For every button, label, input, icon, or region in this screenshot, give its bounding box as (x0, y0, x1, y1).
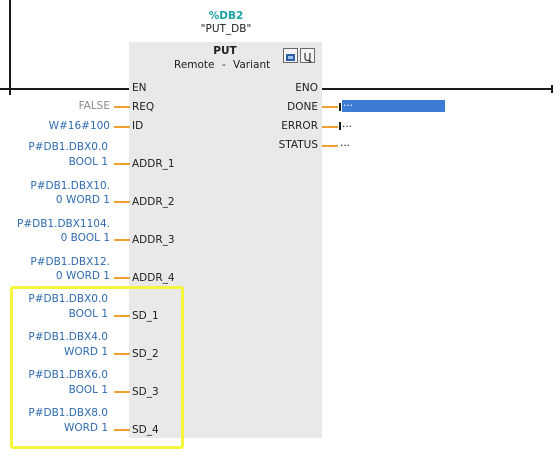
pin-line-addr4 (114, 277, 130, 279)
param-remote[interactable]: Remote (174, 59, 215, 71)
en-wire (0, 88, 130, 90)
pin-addr2: ADDR_2 (132, 196, 175, 208)
operand-addr1-line2[interactable]: BOOL 1 (10, 156, 108, 168)
operand-addr3-line1[interactable]: P#DB1.DBX1104. (5, 218, 110, 230)
operand-addr3-line2[interactable]: 0 BOOL 1 (5, 232, 110, 244)
error-operand-marker (339, 122, 341, 130)
pin-en: EN (132, 82, 147, 94)
pin-status: STATUS (278, 139, 318, 151)
pin-line-done (322, 106, 338, 108)
operand-id[interactable]: W#16#100 (30, 120, 110, 132)
operand-addr4-line2[interactable]: 0 WORD 1 (10, 270, 110, 282)
pin-line-error (322, 126, 338, 128)
done-operand-text: ... (343, 97, 354, 109)
pin-eno: ENO (295, 82, 318, 94)
pin-addr3: ADDR_3 (132, 234, 175, 246)
pin-line-req (114, 106, 130, 108)
block-parameter-row[interactable]: Remote - Variant (170, 58, 278, 72)
done-operand-marker (339, 103, 341, 111)
left-power-rail (9, 0, 11, 95)
block-title: PUT (213, 45, 237, 57)
pin-line-addr1 (114, 163, 130, 165)
operand-addr2-line2[interactable]: 0 WORD 1 (10, 194, 110, 206)
operand-req[interactable]: FALSE (40, 100, 110, 112)
pin-line-addr2 (114, 201, 130, 203)
operand-addr2-line1[interactable]: P#DB1.DBX10. (10, 180, 110, 192)
pin-addr1: ADDR_1 (132, 158, 175, 170)
eno-wire-end (551, 85, 553, 93)
db-address: %DB2 (208, 10, 244, 22)
status-operand[interactable]: ... (340, 137, 350, 149)
block-diagnostics-icon[interactable] (300, 48, 315, 63)
pin-line-status (322, 145, 338, 147)
pin-line-addr3 (114, 239, 130, 241)
done-operand-selected[interactable]: ... (342, 97, 445, 112)
pin-line-id (114, 126, 130, 128)
operand-addr1-line1[interactable]: P#DB1.DBX0.0 (10, 141, 108, 153)
eno-wire (322, 88, 552, 90)
db-name[interactable]: "PUT_DB" (186, 23, 266, 35)
sd-pins-highlight (10, 286, 184, 449)
error-operand[interactable]: ... (342, 118, 352, 130)
param-variant[interactable]: Variant (233, 59, 270, 71)
pin-error: ERROR (281, 120, 318, 132)
pin-done: DONE (287, 101, 318, 113)
pin-addr4: ADDR_4 (132, 272, 175, 284)
pin-id: ID (132, 120, 144, 132)
pin-req: REQ (132, 101, 155, 113)
block-download-icon[interactable] (283, 48, 298, 63)
param-separator: - (222, 59, 226, 71)
operand-addr4-line1[interactable]: P#DB1.DBX12. (10, 256, 110, 268)
